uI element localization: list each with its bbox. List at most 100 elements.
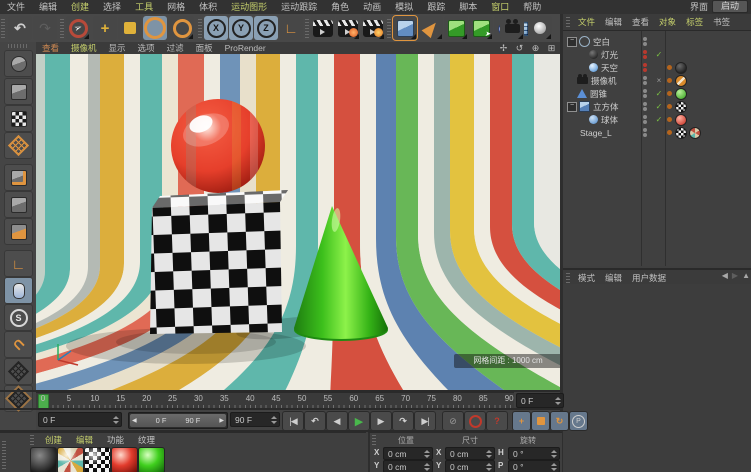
viewport-menu-面板[interactable]: 面板 (190, 42, 219, 54)
prev-key-button[interactable]: ↶ (304, 411, 326, 431)
render-settings-button[interactable] (336, 16, 360, 40)
quad-view-icon[interactable]: ⊞ (545, 43, 558, 54)
viewport-menu-过滤[interactable]: 过滤 (161, 42, 190, 54)
last-tool-button[interactable] (170, 16, 194, 40)
lock-workplane-button[interactable] (4, 358, 33, 385)
magnet-snap-button[interactable]: U (4, 331, 33, 358)
menu-脚本[interactable]: 脚本 (452, 1, 484, 14)
viewport-menu-查看[interactable]: 查看 (36, 42, 65, 54)
menu-网格[interactable]: 网格 (160, 1, 192, 14)
menu-工具[interactable]: 工具 (128, 1, 160, 14)
light-object-button[interactable] (528, 16, 552, 40)
zoom-icon[interactable]: ⊕ (529, 43, 542, 54)
attribute-manager-body[interactable] (563, 284, 751, 472)
range-left-arrow-icon[interactable]: ◀ (132, 417, 137, 424)
size-y-field[interactable]: 0 cm (445, 460, 495, 472)
visibility-dots[interactable] (643, 76, 647, 85)
range-end-stepper[interactable] (270, 413, 278, 426)
divider[interactable] (0, 430, 560, 432)
menu-选择[interactable]: 选择 (96, 1, 128, 14)
lock-y-axis-button[interactable]: Y (229, 16, 253, 40)
viewport-menu-显示[interactable]: 显示 (103, 42, 132, 54)
am-tab-模式[interactable]: 模式 (573, 272, 600, 284)
goto-start-button[interactable]: |◀ (282, 411, 304, 431)
workplane-mode-button[interactable] (4, 132, 33, 159)
menu-跟踪[interactable]: 跟踪 (420, 1, 452, 14)
camera-object-button[interactable] (500, 16, 524, 40)
visibility-dots[interactable] (643, 128, 647, 137)
key-rotation-toggle[interactable]: ↻ (550, 411, 569, 431)
green-tag-icon[interactable] (675, 88, 687, 100)
make-editable-button[interactable] (4, 50, 33, 77)
panel-grip[interactable] (566, 17, 570, 27)
pos-x-field[interactable]: 0 cm (383, 447, 433, 460)
rot-h-field[interactable]: 0 ° (508, 447, 560, 460)
key-scale-toggle[interactable] (531, 411, 550, 431)
material-tab-创建[interactable]: 创建 (38, 434, 69, 446)
lock-x-axis-button[interactable]: X (204, 16, 228, 40)
range-handle[interactable]: ◀ 0 F 90 F ▶ (130, 414, 226, 427)
layout-dropdown[interactable]: 启动 (712, 0, 748, 13)
visibility-dots[interactable] (643, 50, 647, 59)
material-tab-纹理[interactable]: 纹理 (131, 434, 162, 446)
material-swatch-green[interactable] (138, 447, 165, 472)
object-row-摄像机[interactable]: 摄像机× (563, 74, 751, 87)
expander-icon[interactable]: − (567, 102, 577, 112)
rot-p-field[interactable]: 0 ° (508, 460, 560, 472)
scale-tool-button[interactable] (118, 16, 142, 40)
om-tab-对象[interactable]: 对象 (654, 16, 681, 28)
current-frame-field[interactable]: 0 F (516, 393, 564, 408)
texture-mode-button[interactable] (4, 105, 33, 132)
protect-tag-icon[interactable] (675, 75, 687, 87)
menu-创建[interactable]: 创建 (64, 1, 96, 14)
expander-icon[interactable]: − (567, 37, 577, 47)
object-row-圆锥[interactable]: 圆锥✓ (563, 87, 751, 100)
prev-frame-button[interactable]: ◀ (326, 411, 348, 431)
enabled-check-icon[interactable]: ✓ (654, 89, 664, 98)
menu-模拟[interactable]: 模拟 (388, 1, 420, 14)
enabled-check-icon[interactable]: ✓ (654, 115, 664, 124)
points-mode-button[interactable] (4, 164, 33, 191)
back-arrow-icon[interactable]: ◀ (722, 271, 728, 280)
viewport-menu-摄像机[interactable]: 摄像机 (65, 42, 103, 54)
key-parameter-toggle[interactable]: P (569, 411, 588, 431)
visibility-dots[interactable] (643, 63, 647, 72)
object-manager[interactable]: −空白灯光✓天空摄像机×圆锥✓−立方体✓球体✓Stage_L (563, 31, 751, 266)
enable-snap-button[interactable]: S (4, 304, 33, 331)
enabled-check-icon[interactable]: ✓ (654, 102, 664, 111)
coords-grip[interactable] (372, 435, 376, 445)
subdivision-surface-button[interactable] (444, 16, 468, 40)
red-tag-icon[interactable] (675, 114, 687, 126)
lock-z-axis-button[interactable]: Z (254, 16, 278, 40)
live-selection-button[interactable]: ➢ (66, 16, 90, 40)
enable-axis-button[interactable]: ∟ (4, 250, 33, 277)
dark-tag-icon[interactable] (675, 62, 687, 74)
menu-体积[interactable]: 体积 (192, 1, 224, 14)
next-frame-button[interactable]: ▶ (370, 411, 392, 431)
render-view-button[interactable] (311, 16, 335, 40)
om-tab-文件[interactable]: 文件 (573, 16, 600, 28)
divider[interactable] (0, 408, 560, 410)
perspective-viewport[interactable]: 查看摄像机显示选项过滤面板ProRender ✢ ↺ ⊕ ⊞ (36, 42, 560, 390)
mode-toolbar-grip[interactable] (8, 44, 28, 48)
undo-button[interactable]: ↶ (8, 16, 32, 40)
range-end-field[interactable]: 90 F (230, 412, 280, 427)
render-queue-button[interactable] (361, 16, 385, 40)
edges-mode-button[interactable] (4, 191, 33, 218)
visibility-dots[interactable] (643, 102, 647, 111)
menu-角色[interactable]: 角色 (324, 1, 356, 14)
object-row-空白[interactable]: −空白 (563, 35, 751, 48)
viewport-menu-ProRender[interactable]: ProRender (219, 43, 272, 53)
up-arrow-icon[interactable]: ▲ (742, 271, 750, 280)
object-row-立方体[interactable]: −立方体✓ (563, 100, 751, 113)
object-row-Stage_L[interactable]: Stage_L (563, 126, 751, 139)
range-right-arrow-icon[interactable]: ▶ (219, 417, 224, 424)
preview-range-slider[interactable]: ◀ 0 F 90 F ▶ (128, 412, 228, 429)
pan-icon[interactable]: ✢ (497, 43, 510, 54)
primitive-cube-button[interactable] (393, 16, 417, 40)
om-tab-书签[interactable]: 书签 (708, 16, 735, 28)
menu-动画[interactable]: 动画 (356, 1, 388, 14)
menu-文件[interactable]: 文件 (0, 1, 32, 14)
material-panel-grip[interactable] (2, 439, 6, 469)
om-tab-编辑[interactable]: 编辑 (600, 16, 627, 28)
